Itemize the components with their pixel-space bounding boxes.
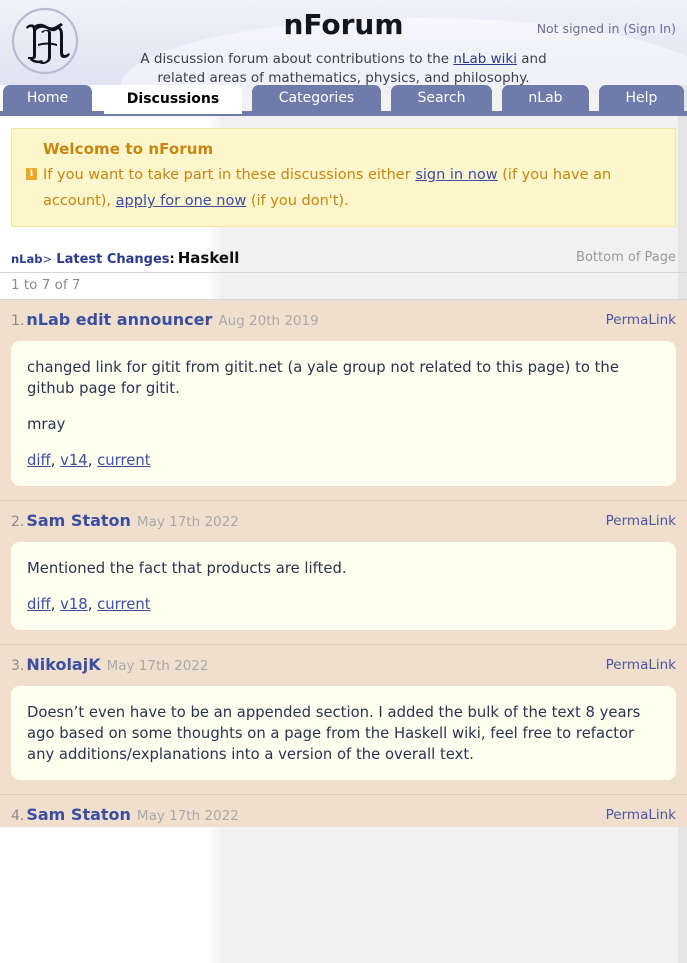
tagline-text-pre: A discussion forum about contributions t… [140,51,454,67]
permalink-link[interactable]: PermaLink [606,312,676,328]
breadcrumb-root-link[interactable]: nLab [11,252,43,266]
signin-status-text: Not signed in ( [536,21,629,36]
welcome-text-1: If you want to take part in these discus… [43,167,416,183]
post-number: 3. [11,658,25,674]
welcome-text-3: (if you don't). [246,193,349,209]
permalink-link[interactable]: PermaLink [606,657,676,673]
post-revision-links: diff, v14, current [27,450,660,471]
diff-link[interactable]: diff [27,596,51,613]
revlink-separator: , [87,452,98,469]
tagline-line-1: A discussion forum about contributions t… [0,50,687,69]
current-link[interactable]: current [97,452,150,469]
version-link[interactable]: v18 [60,596,88,613]
main-navigation-tabs: Home Discussions Categories Search nLab … [0,85,687,116]
breadcrumb-category-link[interactable]: Latest Changes [56,252,169,267]
post-date: May 17th 2022 [136,808,239,824]
pagination-count: 1 to 7 of 7 [0,273,687,300]
post-date: May 17th 2022 [136,514,239,530]
table-row: 3. NikolajK May 17th 2022 PermaLink Doesn’… [0,645,687,795]
post-author-link[interactable]: Sam Staton [26,805,131,824]
tagline-text-post: and [516,51,547,67]
sign-in-now-link[interactable]: sign in now [415,167,497,183]
bottom-of-page-link[interactable]: Bottom of Page [576,250,676,265]
info-icon: i [26,168,37,180]
site-tagline: A discussion forum about contributions t… [0,50,687,85]
post-author-link[interactable]: NikolajK [26,655,100,674]
breadcrumb-separator: > [42,252,53,266]
tab-help[interactable]: Help [599,85,684,111]
page-content: Welcome to nForum i If you want to take p… [0,128,687,827]
signin-status: Not signed in (Sign In) [537,21,676,36]
breadcrumb: nLab> Latest Changes: Haskell [11,249,239,267]
breadcrumb-current-page: Haskell [177,249,240,267]
signin-status-close: ) [671,21,676,36]
tab-nlab[interactable]: nLab [502,85,589,111]
post-date: May 17th 2022 [106,658,209,674]
revlink-separator: , [87,596,98,613]
post-body: Doesn’t even have to be an appended sect… [11,686,676,780]
current-link[interactable]: current [97,596,150,613]
post-paragraph: changed link for gitit from gitit.net (a… [27,359,619,397]
table-row: 1. nLab edit announcer Aug 20th 2019 Perma… [0,300,687,501]
site-header: nForum Not signed in (Sign In) A discuss… [0,0,687,85]
post-header: 4. Sam Staton May 17th 2022 PermaLink [11,805,676,827]
table-row: 2. Sam Staton May 17th 2022 PermaLink Ment… [0,501,687,645]
post-number: 4. [11,808,25,824]
version-link[interactable]: v14 [60,452,88,469]
tab-categories[interactable]: Categories [252,85,381,111]
welcome-notice: Welcome to nForum i If you want to take p… [11,128,676,227]
post-header: 3. NikolajK May 17th 2022 PermaLink [11,655,676,677]
post-paragraph: mray [27,416,66,433]
page-root: nForum Not signed in (Sign In) A discuss… [0,0,687,963]
post-number: 1. [11,313,25,329]
diff-link[interactable]: diff [27,452,51,469]
tab-discussions[interactable]: Discussions [104,85,242,114]
tab-home[interactable]: Home [3,85,92,111]
breadcrumb-colon: : [169,252,175,267]
post-author-link[interactable]: Sam Staton [26,511,131,530]
welcome-body: i If you want to take part in these discu… [26,162,661,214]
permalink-link[interactable]: PermaLink [606,513,676,529]
table-row: 4. Sam Staton May 17th 2022 PermaLink [0,795,687,827]
welcome-title: Welcome to nForum [43,140,214,158]
apply-for-one-now-link[interactable]: apply for one now [116,193,247,209]
breadcrumb-bar: nLab> Latest Changes: Haskell Bottom of P… [0,247,687,273]
permalink-link[interactable]: PermaLink [606,807,676,823]
tab-search[interactable]: Search [391,85,492,111]
sign-in-link[interactable]: Sign In [628,21,671,36]
discussion-post-list: 1. nLab edit announcer Aug 20th 2019 Perma… [0,300,687,827]
nlab-wiki-link[interactable]: nLab wiki [453,51,517,67]
post-body: Mentioned the fact that products are lif… [11,542,676,630]
tagline-line-2: related areas of mathematics, physics, a… [157,70,530,85]
post-date: Aug 20th 2019 [218,313,319,329]
post-paragraph: Mentioned the fact that products are lif… [27,560,347,577]
post-header: 1. nLab edit announcer Aug 20th 2019 Perma… [11,310,676,332]
revlink-separator: , [50,452,61,469]
post-number: 2. [11,514,25,530]
post-header: 2. Sam Staton May 17th 2022 PermaLink [11,511,676,533]
post-body: changed link for gitit from gitit.net (a… [11,341,676,486]
post-author-link[interactable]: nLab edit announcer [26,310,212,329]
post-revision-links: diff, v18, current [27,594,660,615]
post-paragraph: Doesn’t even have to be an appended sect… [27,704,641,763]
revlink-separator: , [50,596,61,613]
